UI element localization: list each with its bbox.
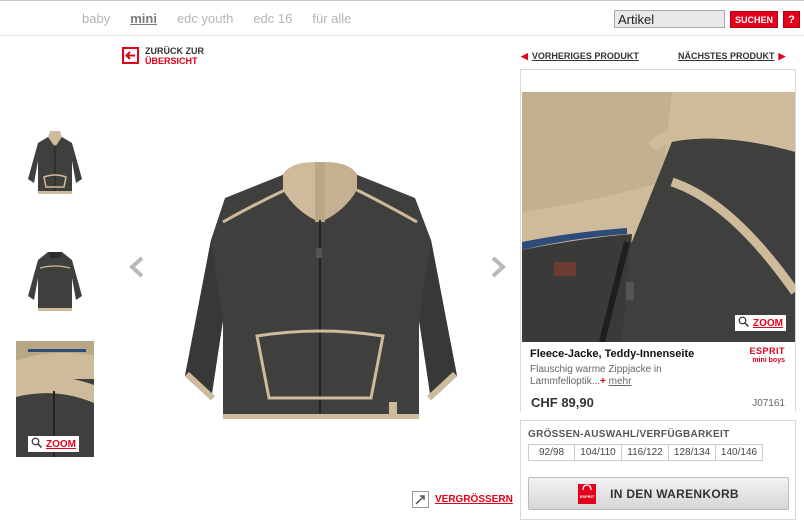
product-description: Flauschig warme Zippjacke in Lammfellopt…	[530, 364, 662, 387]
tab-mini[interactable]: mini	[130, 11, 157, 26]
back-arrow-icon	[122, 47, 139, 64]
help-icon[interactable]: ?	[783, 11, 800, 28]
size-option[interactable]: 140/146	[715, 444, 763, 461]
magnifier-icon	[738, 316, 750, 330]
thumbnail-detail[interactable]: ZOOM	[16, 341, 94, 457]
back-label-line1: ZURÜCK ZUR	[145, 46, 204, 56]
back-to-overview-link[interactable]: ZURÜCK ZUR ÜBERSICHT	[122, 46, 204, 66]
thumbnail-back[interactable]	[16, 238, 94, 326]
chevron-right-icon	[491, 256, 506, 278]
enlarge-icon	[412, 491, 429, 508]
next-image-arrow[interactable]	[489, 256, 507, 283]
enlarge-label: VERGRÖSSERN	[435, 494, 513, 505]
add-to-cart-button[interactable]: ESPRIT IN DEN WARENKORB	[528, 477, 789, 510]
jacket-front-thumbnail-image	[28, 131, 82, 194]
more-link[interactable]: mehr	[609, 376, 632, 387]
size-options: 92/98 104/110 116/122 128/134 140/146	[528, 444, 763, 461]
shopping-bag-logo-text: ESPRIT	[580, 494, 595, 499]
product-description-block: Flauschig warme Zippjacke in Lammfellopt…	[530, 364, 700, 388]
product-info: Fleece-Jacke, Teddy-Innenseite ESPRIT mi…	[521, 342, 795, 412]
brand-subline: mini boys	[752, 357, 785, 364]
chevron-left-icon	[129, 256, 144, 278]
enlarge-link[interactable]: VERGRÖSSERN	[412, 491, 513, 508]
detail-zoom-label: ZOOM	[753, 317, 783, 329]
next-product-label: NÄCHSTES PRODUKT	[678, 51, 775, 61]
product-detail-box: ZOOM Fleece-Jacke, Teddy-Innenseite ESPR…	[520, 69, 796, 412]
triangle-left-icon: ◀	[521, 51, 528, 61]
triangle-right-icon: ▶	[778, 51, 786, 61]
magnifier-icon	[31, 437, 43, 451]
thumbnail-front[interactable]	[16, 121, 94, 209]
detail-zoom-link[interactable]: ZOOM	[735, 315, 786, 331]
tab-fuer-alle[interactable]: für alle	[312, 11, 351, 26]
tab-baby[interactable]: baby	[82, 11, 110, 26]
thumbnail-zoom-label: ZOOM	[46, 438, 76, 450]
previous-product-label: VORHERIGES PRODUKT	[531, 51, 639, 61]
thumbnail-zoom-link[interactable]: ZOOM	[28, 436, 79, 452]
top-navigation: baby mini edc youth edc 16 für alle SUCH…	[0, 0, 804, 36]
brand-logo: ESPRIT mini boys	[749, 347, 785, 365]
tab-edc-youth[interactable]: edc youth	[177, 11, 233, 26]
size-selection-box: GRÖSSEN-AUSWAHL/VERFÜGBARKEIT 92/98 104/…	[520, 420, 796, 520]
tab-edc-16[interactable]: edc 16	[253, 11, 292, 26]
shopping-bag-icon: ESPRIT	[578, 483, 597, 504]
next-product-link[interactable]: NÄCHSTES PRODUKT ▶	[678, 51, 785, 62]
search-button[interactable]: SUCHEN	[730, 11, 778, 28]
product-title: Fleece-Jacke, Teddy-Innenseite	[530, 348, 695, 360]
search-input[interactable]	[614, 10, 725, 28]
more-plus-icon: +	[600, 376, 606, 387]
add-to-cart-label: IN DEN WARENKORB	[610, 486, 739, 501]
main-product-image	[165, 160, 480, 440]
size-option[interactable]: 116/122	[621, 444, 669, 461]
previous-product-link[interactable]: ◀ VORHERIGES PRODUKT	[521, 51, 639, 62]
product-price: CHF 89,90	[531, 395, 594, 410]
size-option[interactable]: 128/134	[668, 444, 716, 461]
category-tabs: baby mini edc youth edc 16 für alle	[82, 11, 371, 26]
size-option[interactable]: 92/98	[528, 444, 575, 461]
size-heading: GRÖSSEN-AUSWAHL/VERFÜGBARKEIT	[528, 429, 730, 440]
product-sku: J07161	[752, 398, 785, 409]
previous-image-arrow[interactable]	[128, 256, 146, 283]
brand-name: ESPRIT	[749, 346, 785, 356]
size-option[interactable]: 104/110	[574, 444, 622, 461]
jacket-back-thumbnail-image	[28, 252, 82, 311]
back-label-line2: ÜBERSICHT	[145, 56, 198, 66]
